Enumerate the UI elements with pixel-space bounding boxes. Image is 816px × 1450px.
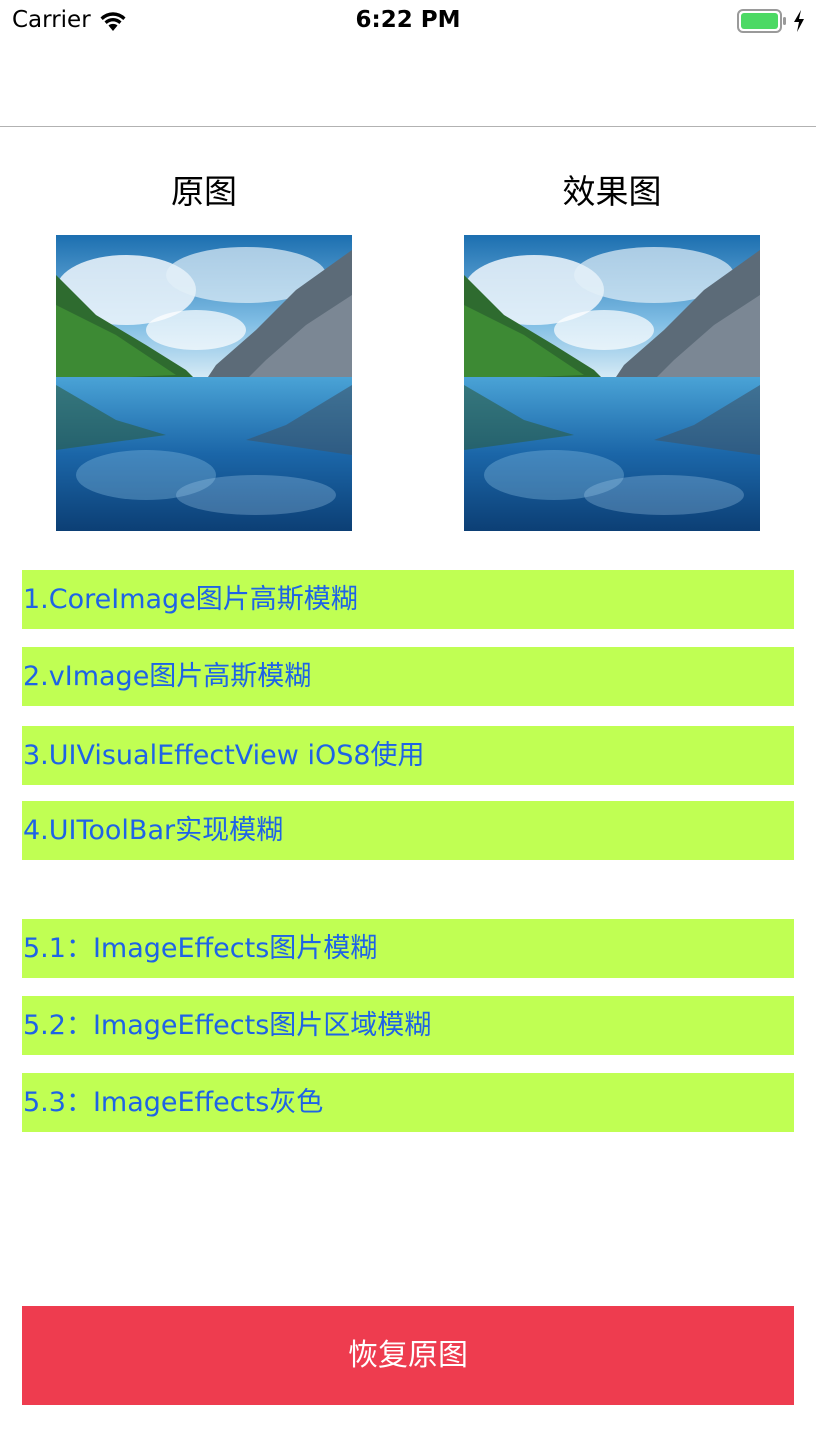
coreimage-blur-button[interactable]: 1.CoreImage图片高斯模糊: [22, 570, 794, 629]
effect-image: [464, 235, 760, 531]
charging-bolt-icon: [794, 10, 804, 32]
battery-icon: [737, 9, 786, 33]
effect-image-title: 效果图: [562, 172, 662, 211]
image-effects-region-blur-button[interactable]: 5.2：ImageEffects图片区域模糊: [22, 996, 794, 1055]
original-image-title: 原图: [171, 172, 237, 211]
original-image: [56, 235, 352, 531]
vimage-blur-button[interactable]: 2.vImage图片高斯模糊: [22, 647, 794, 706]
navigation-bar: [0, 42, 816, 127]
landscape-lake-image: [464, 235, 760, 531]
status-bar: Carrier 6:22 PM: [0, 0, 816, 42]
image-effects-gray-button[interactable]: 5.3：ImageEffects灰色: [22, 1073, 794, 1132]
toolbar-blur-button[interactable]: 4.UIToolBar实现模糊: [22, 801, 794, 860]
status-time: 6:22 PM: [355, 7, 461, 33]
landscape-lake-image: [56, 235, 352, 531]
image-effects-blur-button[interactable]: 5.1：ImageEffects图片模糊: [22, 919, 794, 978]
restore-original-button[interactable]: 恢复原图: [22, 1306, 794, 1405]
visual-effect-view-button[interactable]: 3.UIVisualEffectView iOS8使用: [22, 726, 794, 785]
